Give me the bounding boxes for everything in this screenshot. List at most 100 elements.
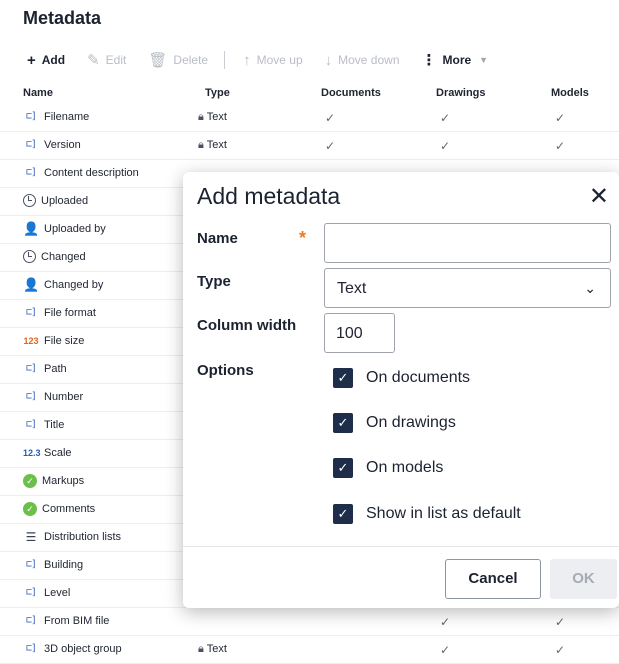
column-header-models[interactable]: Models — [551, 87, 589, 99]
row-name: From BIM file — [44, 615, 110, 627]
move-down-button[interactable]: ↓ Move down — [325, 53, 400, 68]
more-button[interactable]: ⋮ More ▼ — [422, 53, 489, 68]
column-header-drawings[interactable]: Drawings — [436, 87, 486, 99]
row-name: Level — [44, 587, 71, 599]
row-name: Uploaded — [41, 194, 89, 207]
field-icon: ⊏] — [25, 587, 37, 598]
delete-button[interactable]: 🗑 Delete — [148, 53, 208, 68]
field-icon: ⊏] — [25, 111, 37, 122]
type-select[interactable]: Text ⌄ — [324, 268, 611, 308]
row-name: 3D object group — [44, 643, 122, 655]
pencil-icon: ✎ — [87, 51, 100, 69]
check-circle-icon: ✓ — [23, 474, 37, 488]
close-icon[interactable]: ✕ — [589, 182, 609, 211]
page-title: Metadata — [23, 8, 102, 28]
lock-icon: 🔒︎ — [198, 139, 207, 151]
option-on-documents[interactable]: ✓ On documents — [333, 368, 470, 388]
clock-icon — [23, 194, 36, 207]
row-name-cell: ⊏] Version — [23, 138, 81, 152]
dialog-divider — [183, 546, 619, 547]
table-row[interactable]: ⊏] 3D object group 🔒︎ Text ✓ ✓ — [0, 636, 619, 664]
row-name-cell: 12.3 Scale — [23, 446, 72, 460]
name-label: Name — [197, 230, 238, 247]
column-header-name[interactable]: Name — [23, 87, 53, 99]
row-name: Changed — [41, 250, 86, 263]
row-name-cell: ☰ Distribution lists — [23, 530, 121, 544]
column-header-documents[interactable]: Documents — [321, 87, 381, 99]
checkmark-icon: ✓ — [440, 615, 451, 629]
field-icon: ⊏] — [25, 307, 37, 318]
row-name-cell: ⊏] Number — [23, 390, 83, 404]
arrow-up-icon: ↑ — [243, 51, 251, 69]
option-on-drawings[interactable]: ✓ On drawings — [333, 413, 456, 433]
lock-icon: 🔒︎ — [198, 111, 207, 123]
user-icon: 👤 — [23, 221, 40, 236]
row-name-cell: 👤 Uploaded by — [23, 222, 106, 236]
checkbox-checked-icon[interactable]: ✓ — [333, 368, 353, 388]
row-name: Title — [44, 419, 65, 431]
field-icon: ⊏] — [25, 167, 37, 178]
row-name-cell: ⊏] Level — [23, 586, 70, 600]
row-name-cell: Changed — [23, 250, 86, 263]
row-name: Filename — [44, 111, 90, 123]
checkbox-checked-icon[interactable]: ✓ — [333, 504, 353, 524]
option-on-models[interactable]: ✓ On models — [333, 458, 443, 478]
row-name-cell: ⊏] Building — [23, 558, 83, 572]
checkmark-icon: ✓ — [325, 139, 336, 153]
field-icon: ⊏] — [25, 139, 37, 150]
row-name: Number — [44, 391, 84, 403]
edit-button[interactable]: ✎ Edit — [87, 53, 126, 68]
cancel-button[interactable]: Cancel — [445, 559, 541, 599]
checkmark-icon: ✓ — [555, 111, 566, 125]
row-name: File format — [44, 307, 96, 319]
clock-icon — [23, 250, 36, 263]
ok-button[interactable]: OK — [550, 559, 617, 599]
row-name-cell: ⊏] Title — [23, 418, 64, 432]
name-input[interactable] — [324, 223, 611, 263]
row-name-cell: ✓ Comments — [23, 502, 95, 516]
checkmark-icon: ✓ — [440, 139, 451, 153]
row-type-cell: 🔒︎ Text — [198, 643, 227, 656]
chevron-down-icon: ▼ — [479, 55, 489, 65]
add-button[interactable]: + Add — [27, 53, 65, 68]
table-row[interactable]: ⊏] Version 🔒︎ Text ✓ ✓ ✓ — [0, 132, 619, 160]
row-name-cell: 123 File size — [23, 334, 84, 348]
integer-icon: 123 — [23, 336, 39, 346]
checkbox-checked-icon[interactable]: ✓ — [333, 458, 353, 478]
option-show-in-list-default[interactable]: ✓ Show in list as default — [333, 504, 521, 524]
checkbox-checked-icon[interactable]: ✓ — [333, 413, 353, 433]
row-name-cell: ✓ Markups — [23, 474, 84, 488]
required-indicator: * — [299, 228, 307, 248]
check-circle-icon: ✓ — [23, 502, 37, 516]
column-width-input[interactable]: 100 — [324, 313, 395, 353]
row-name-cell: 👤 Changed by — [23, 278, 103, 292]
move-up-button[interactable]: ↑ Move up — [243, 53, 303, 68]
table-row[interactable]: ⊏] Filename 🔒︎ Text ✓ ✓ ✓ — [0, 104, 619, 132]
type-select-value: Text — [337, 280, 367, 297]
field-icon: ⊏] — [25, 419, 37, 430]
checkmark-icon: ✓ — [555, 615, 566, 629]
trash-icon: 🗑 — [148, 51, 168, 69]
toolbar: + Add ✎ Edit 🗑 Delete ↑ Move up ↓ Move d… — [27, 46, 510, 74]
arrow-down-icon: ↓ — [324, 51, 333, 69]
row-type: Text — [206, 139, 227, 151]
dialog-title: Add metadata — [197, 183, 341, 209]
row-name-cell: ⊏] 3D object group — [23, 642, 122, 656]
row-name: Version — [44, 139, 81, 151]
row-name: Content description — [44, 167, 139, 179]
row-type: Text — [206, 643, 227, 655]
row-name-cell: ⊏] Path — [23, 362, 67, 376]
row-type: Text — [206, 111, 227, 123]
table-header: Name Type Documents Drawings Models — [0, 84, 619, 104]
row-name: Markups — [42, 475, 85, 487]
field-icon: ⊏] — [25, 391, 37, 402]
lock-icon: 🔒︎ — [198, 643, 207, 655]
field-icon: ⊏] — [25, 615, 37, 626]
row-type-cell: 🔒︎ Text — [198, 139, 227, 152]
add-metadata-dialog: Add metadata ✕ Name * Type Text ⌄ Column… — [183, 172, 619, 608]
row-name-cell: ⊏] Filename — [23, 110, 89, 124]
checkmark-icon: ✓ — [325, 111, 336, 125]
table-row[interactable]: ⊏] From BIM file ✓ ✓ — [0, 608, 619, 636]
column-header-type[interactable]: Type — [205, 87, 230, 99]
row-name-cell: ⊏] File format — [23, 306, 96, 320]
